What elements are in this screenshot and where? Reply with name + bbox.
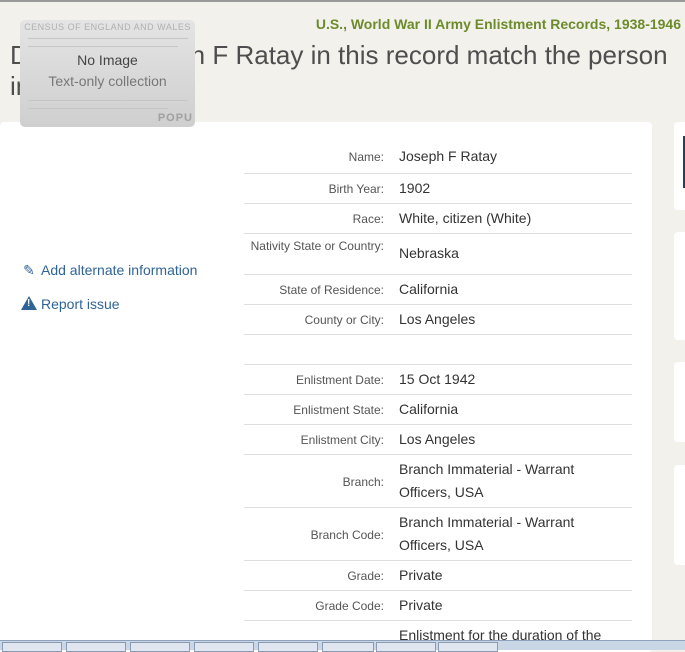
warning-icon: ! — [20, 295, 38, 312]
field-label: State of Residence: — [279, 283, 384, 297]
field-value: California — [399, 281, 459, 297]
thumbnail-census-text: CENSUS OF ENGLAND AND WALES — [24, 22, 191, 32]
taskbar-button[interactable] — [66, 642, 126, 652]
field-label: Birth Year: — [328, 182, 384, 196]
no-image-label: No Image — [77, 52, 138, 68]
field-value: White, citizen (White) — [399, 210, 532, 226]
taskbar-button[interactable] — [130, 642, 190, 652]
field-label: Grade: — [347, 569, 384, 583]
collection-title[interactable]: U.S., World War II Army Enlistment Recor… — [316, 16, 681, 32]
field-value: Branch Immaterial - Warrant Officers, US… — [399, 514, 575, 553]
field-label: Branch: — [342, 475, 384, 489]
field-label: Branch Code: — [310, 528, 384, 542]
record-row-enlistment-state: Enlistment State: California — [244, 395, 632, 425]
taskbar-button[interactable] — [376, 642, 436, 652]
record-row-spacer — [244, 335, 632, 365]
record-fields: Name: Joseph F Ratay Birth Year: 1902 Ra… — [244, 143, 632, 650]
field-value: Los Angeles — [399, 311, 476, 327]
record-row-grade: Grade: Private — [244, 561, 632, 591]
field-value: Nebraska — [399, 245, 459, 261]
record-row-enlistment-city: Enlistment City: Los Angeles — [244, 425, 632, 455]
taskbar-button[interactable] — [322, 642, 374, 652]
record-row-county: County or City: Los Angeles — [244, 305, 632, 335]
field-label: County or City: — [304, 313, 384, 327]
report-issue-label: Report issue — [41, 296, 120, 312]
record-row-residence: State of Residence: California — [244, 275, 632, 305]
record-row-branch: Branch: Branch Immaterial - Warrant Offi… — [244, 455, 632, 508]
right-panel-card — [674, 232, 685, 340]
field-label: Nativity State or Country: — [250, 239, 384, 253]
thumbnail-line — [28, 100, 188, 101]
record-thumbnail: CENSUS OF ENGLAND AND WALES No Image Tex… — [20, 20, 195, 127]
field-value: Branch Immaterial - Warrant Officers, US… — [399, 461, 575, 500]
field-value: Private — [399, 597, 443, 613]
record-row-birth-year: Birth Year: 1902 — [244, 174, 632, 204]
right-panel-card — [674, 362, 685, 442]
field-value: California — [399, 401, 459, 417]
field-label: Grade Code: — [315, 599, 384, 613]
record-row-nativity: Nativity State or Country: Nebraska — [244, 234, 632, 275]
record-row-enlistment-date: Enlistment Date: 15 Oct 1942 — [244, 365, 632, 395]
field-value: Private — [399, 567, 443, 583]
thumbnail-line — [28, 46, 178, 47]
field-value: Joseph F Ratay — [399, 148, 498, 164]
taskbar-button[interactable] — [438, 642, 498, 652]
record-row-grade-code: Grade Code: Private — [244, 591, 632, 621]
thumbnail-line — [28, 108, 168, 109]
report-issue-link[interactable]: ! Report issue — [20, 295, 120, 312]
field-label: Race: — [352, 212, 384, 226]
field-value: Los Angeles — [399, 431, 476, 447]
add-alternate-link[interactable]: ✎ Add alternate information — [20, 262, 197, 279]
field-label: Enlistment City: — [300, 433, 384, 447]
taskbar-button[interactable] — [194, 642, 254, 652]
field-value: 15 Oct 1942 — [399, 371, 476, 387]
record-row-race: Race: White, citizen (White) — [244, 204, 632, 234]
right-panel-card — [674, 122, 685, 210]
pencil-icon: ✎ — [23, 262, 35, 278]
field-label: Enlistment State: — [293, 403, 384, 417]
record-row-name: Name: Joseph F Ratay — [244, 143, 632, 174]
field-label: Enlistment Date: — [295, 373, 384, 387]
text-only-label: Text-only collection — [48, 73, 167, 89]
thumbnail-line — [28, 38, 188, 39]
add-alternate-label: Add alternate information — [41, 262, 198, 278]
record-row-branch-code: Branch Code: Branch Immaterial - Warrant… — [244, 508, 632, 561]
taskbar-button[interactable] — [258, 642, 318, 652]
top-border — [0, 0, 685, 2]
field-value: 1902 — [399, 180, 431, 196]
right-panel-card — [674, 465, 685, 565]
thumbnail-popu-text: POPU — [157, 112, 193, 124]
field-label: Name: — [348, 150, 384, 164]
taskbar-button[interactable] — [2, 642, 62, 652]
